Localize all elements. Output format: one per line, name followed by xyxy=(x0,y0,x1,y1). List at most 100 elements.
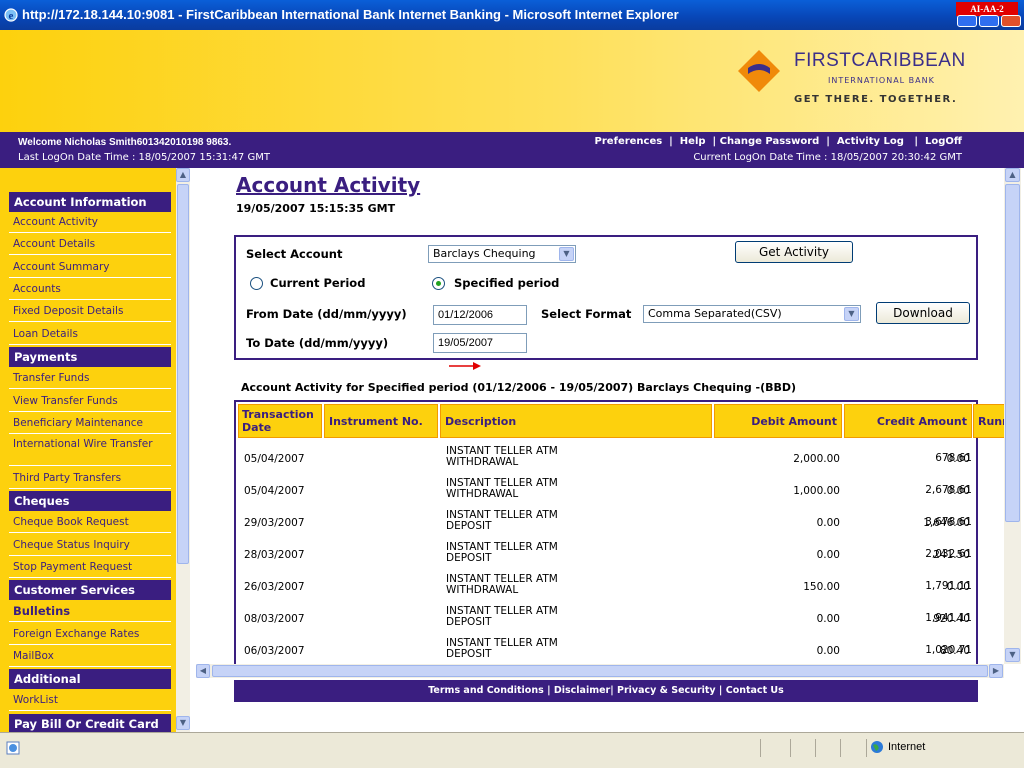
row-date: 29/03/2007 xyxy=(244,517,305,529)
nav-item-transfer-funds[interactable]: Transfer Funds xyxy=(9,369,171,389)
to-date-label: To Date (dd/mm/yyyy) xyxy=(246,336,389,350)
column-header-debit-amount[interactable]: Debit Amount xyxy=(714,404,842,438)
bank-logo[interactable]: FIRSTCARIBBEAN INTERNATIONAL BANK GET TH… xyxy=(736,44,966,114)
nav-item-foreign-exchange-rates[interactable]: Foreign Exchange Rates xyxy=(9,625,171,645)
column-header-credit-amount-text: Credit Amount xyxy=(876,415,967,428)
contact-link[interactable]: Contact Us xyxy=(726,685,784,696)
logo-brand-text: FIRSTCARIBBEAN xyxy=(794,50,966,71)
globe-icon xyxy=(871,741,883,753)
nav-item-view-transfer-funds[interactable]: View Transfer Funds xyxy=(9,392,171,412)
row-debit: 150.00 xyxy=(803,581,840,593)
nav-item-bulletins[interactable]: Bulletins xyxy=(9,602,171,622)
nav-item-cheque-status-inquiry[interactable]: Cheque Status Inquiry xyxy=(9,536,171,556)
disclaimer-link[interactable]: Disclaimer xyxy=(554,685,610,696)
nav-item-loan-details[interactable]: Loan Details xyxy=(9,325,171,345)
status-segment xyxy=(866,739,867,757)
current-period-radio[interactable] xyxy=(250,277,263,290)
nav-item-worklist[interactable]: WorkList xyxy=(9,691,171,711)
internet-explorer-icon: e xyxy=(4,8,18,22)
nav-section-pay-bill-or-credit-card[interactable]: Pay Bill Or Credit Card xyxy=(9,714,171,732)
security-zone-text: Internet xyxy=(888,741,926,753)
status-segment xyxy=(840,739,841,757)
logoff-link[interactable]: LogOff xyxy=(925,136,962,147)
content-horizontal-scrollbar[interactable]: ◀ ▶ xyxy=(196,664,1004,678)
download-button[interactable]: Download xyxy=(876,302,970,324)
content-scroll-thumb[interactable] xyxy=(1005,184,1020,522)
row-debit: 2,000.00 xyxy=(793,453,840,465)
current-period-label: Current Period xyxy=(270,276,366,290)
nav-item-account-activity[interactable]: Account Activity xyxy=(9,213,171,233)
column-header-running-balance[interactable]: Running Balance xyxy=(973,404,1004,438)
nav-item-stop-payment-request[interactable]: Stop Payment Request xyxy=(9,558,171,578)
row-date: 06/03/2007 xyxy=(244,645,305,657)
row-credit: 0.00 xyxy=(946,453,970,465)
format-select-value: Comma Separated(CSV) xyxy=(648,307,782,320)
maximize-button[interactable] xyxy=(979,15,999,27)
row-description: INSTANT TELLER ATM DEPOSIT xyxy=(446,509,558,532)
help-link[interactable]: Help xyxy=(680,136,706,147)
table-row: 26/03/2007 INSTANT TELLER ATM WITHDRAWAL… xyxy=(236,570,976,600)
specified-period-label: Specified period xyxy=(454,276,560,290)
activity-log-link[interactable]: Activity Log xyxy=(837,136,904,147)
content-hscroll-thumb[interactable] xyxy=(212,665,988,677)
nav-item-international-wire-transfer[interactable]: International Wire Transfer xyxy=(9,436,171,466)
main-content: Account Activity 19/05/2007 15:15:35 GMT… xyxy=(190,168,1004,664)
nav-item-mailbox[interactable]: MailBox xyxy=(9,647,171,667)
nav-item-third-party-transfers[interactable]: Third Party Transfers xyxy=(9,469,171,489)
to-date-input[interactable] xyxy=(433,333,527,353)
nav-section-cheques: Cheques xyxy=(9,491,171,511)
row-date: 05/04/2007 xyxy=(244,485,305,497)
status-segment xyxy=(760,739,761,757)
chevron-down-icon[interactable]: ▼ xyxy=(844,307,859,321)
change-password-link[interactable]: Change Password xyxy=(720,136,820,147)
table-row: 05/04/2007 INSTANT TELLER ATM WITHDRAWAL… xyxy=(236,442,976,472)
page-datetime: 19/05/2007 15:15:35 GMT xyxy=(236,202,396,215)
scroll-right-icon[interactable]: ▶ xyxy=(989,664,1003,678)
column-header-description[interactable]: Description xyxy=(440,404,712,438)
account-select[interactable]: Barclays Chequing ▼ xyxy=(428,245,576,263)
content-vertical-scrollbar[interactable]: ▲ ▼ xyxy=(1004,168,1021,664)
close-button[interactable] xyxy=(1001,15,1021,27)
column-header-transaction-date-text: Transaction Date xyxy=(242,408,314,434)
column-header-credit-amount[interactable]: Credit Amount xyxy=(844,404,972,438)
browser-status-bar: Internet xyxy=(0,732,1024,768)
page-id-badge: AI-AA-2 xyxy=(956,2,1018,16)
select-format-label: Select Format xyxy=(541,307,632,321)
chevron-down-icon[interactable]: ▼ xyxy=(559,247,574,261)
nav-section-payments: Payments xyxy=(9,347,171,367)
row-debit: 1,000.00 xyxy=(793,485,840,497)
minimize-button[interactable] xyxy=(957,15,977,27)
column-header-debit-amount-text: Debit Amount xyxy=(751,415,837,428)
page-title: Account Activity xyxy=(236,173,421,197)
table-row: 29/03/2007 INSTANT TELLER ATM DEPOSIT 0.… xyxy=(236,506,976,536)
logo-tagline: GET THERE. TOGETHER. xyxy=(794,94,958,105)
row-date: 05/04/2007 xyxy=(244,453,305,465)
nav-item-account-summary[interactable]: Account Summary xyxy=(9,258,171,278)
scroll-up-icon[interactable]: ▲ xyxy=(1005,168,1020,182)
row-date: 28/03/2007 xyxy=(244,549,305,561)
row-credit: 920.40 xyxy=(933,613,970,625)
nav-item-accounts[interactable]: Accounts xyxy=(9,280,171,300)
nav-scroll-thumb[interactable] xyxy=(177,184,189,564)
current-logon-text: Current LogOn Date Time : 18/05/2007 20:… xyxy=(693,152,962,163)
format-select[interactable]: Comma Separated(CSV) ▼ xyxy=(643,305,861,323)
preferences-link[interactable]: Preferences xyxy=(595,136,663,147)
nav-scroll-up-icon[interactable]: ▲ xyxy=(176,168,190,182)
nav-item-cheque-book-request[interactable]: Cheque Book Request xyxy=(9,513,171,533)
nav-item-account-details[interactable]: Account Details xyxy=(9,235,171,255)
from-date-input[interactable] xyxy=(433,305,527,325)
privacy-link[interactable]: Privacy & Security xyxy=(617,685,716,696)
row-date: 08/03/2007 xyxy=(244,613,305,625)
nav-scroll-down-icon[interactable]: ▼ xyxy=(176,716,190,730)
nav-item-beneficiary-maintenance[interactable]: Beneficiary Maintenance xyxy=(9,414,171,434)
nav-item-fixed-deposit-details[interactable]: Fixed Deposit Details xyxy=(9,302,171,322)
specified-period-radio[interactable] xyxy=(432,277,445,290)
scroll-down-icon[interactable]: ▼ xyxy=(1005,648,1020,662)
get-activity-button[interactable]: Get Activity xyxy=(735,241,853,263)
column-header-instrument-no[interactable]: Instrument No. xyxy=(324,404,438,438)
results-heading: Account Activity for Specified period (0… xyxy=(241,381,797,394)
column-header-transaction-date[interactable]: Transaction Date xyxy=(238,404,322,438)
terms-link[interactable]: Terms and Conditions xyxy=(428,685,544,696)
nav-scrollbar[interactable]: ▲ ▼ xyxy=(176,168,190,732)
scroll-left-icon[interactable]: ◀ xyxy=(196,664,210,678)
